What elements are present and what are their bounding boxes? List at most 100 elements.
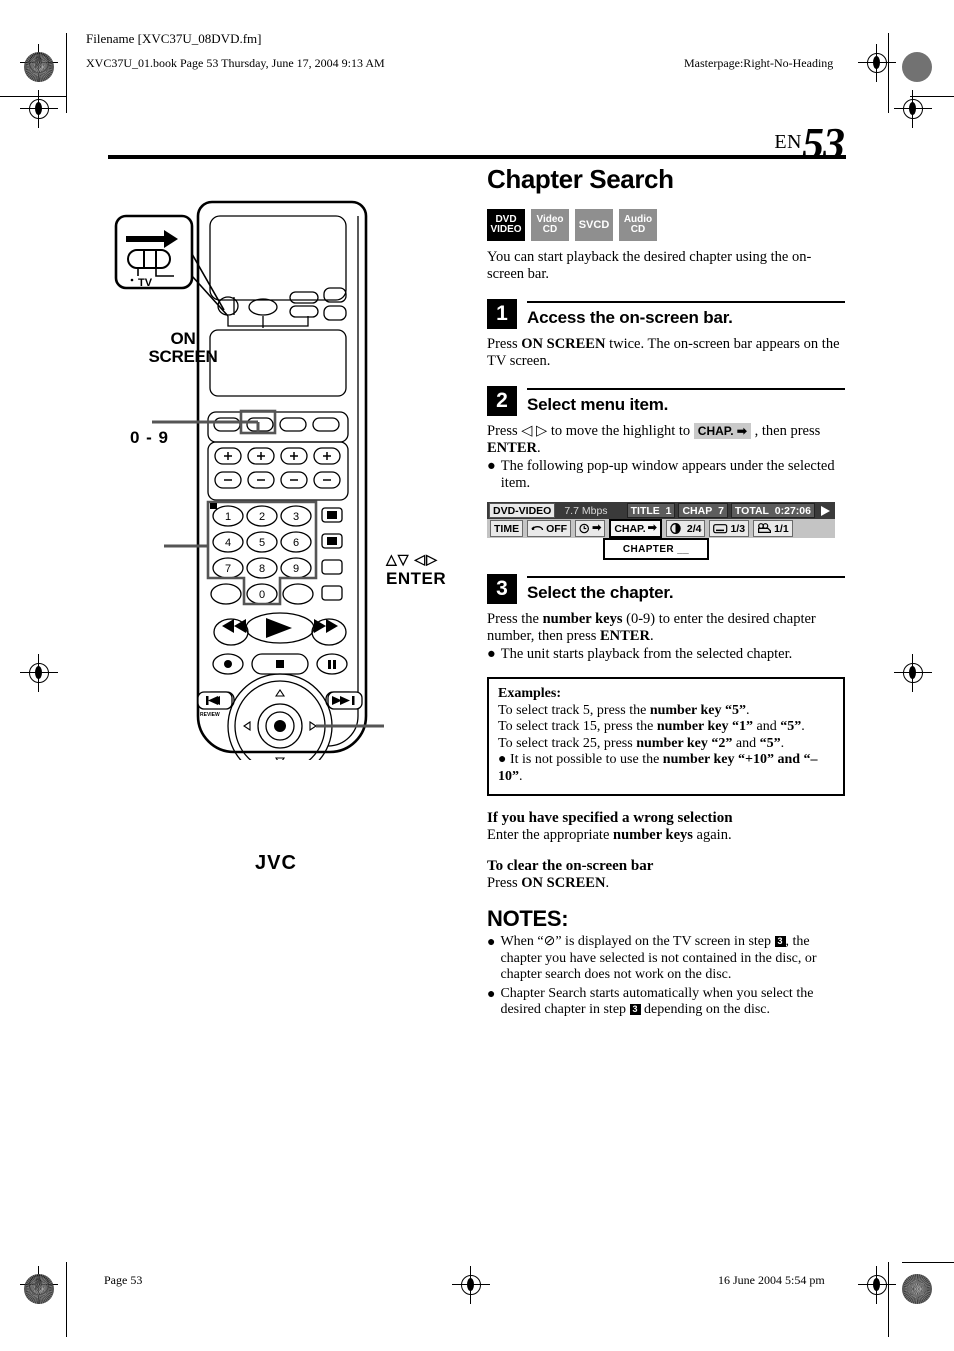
- notes-heading: NOTES:: [487, 906, 569, 931]
- step-1-body: Press ON SCREEN twice. The on-screen bar…: [487, 336, 845, 370]
- left-right-arrows-icon: ◁ ▷: [521, 423, 548, 439]
- audio-icon: [670, 523, 681, 534]
- wrong-selection-heading: If you have specified a wrong selection: [487, 810, 733, 826]
- badge-line-2: VIDEO: [490, 224, 522, 235]
- osd-audio-label: 2/4: [686, 522, 702, 535]
- step-3-text-bold2: ENTER: [599, 628, 650, 644]
- osd-button-angle[interactable]: 1/1: [753, 520, 793, 537]
- note-1-text: When “⊘” is displayed on the TV screen i…: [500, 934, 845, 984]
- callout-number-keys: 0 - 9: [130, 428, 170, 447]
- osd-total-value: 0:27:06: [774, 504, 811, 517]
- callout-arrow-keys: △▽ ◁▷: [386, 551, 438, 567]
- step-2-number: 2: [487, 386, 517, 416]
- examples-heading: Examples:: [498, 686, 561, 701]
- chap-chip: CHAP. ➡: [693, 423, 751, 439]
- osd-total-indicator: TOTAL 0:27:06: [730, 503, 815, 518]
- example-2-post: .: [801, 719, 805, 734]
- section-wrong-selection: If you have specified a wrong selection …: [487, 810, 845, 844]
- step-1-number: 1: [487, 299, 517, 329]
- step-1-rule: [527, 301, 845, 303]
- callout-on-screen: ON SCREEN: [138, 330, 228, 366]
- osd-bottom-row: TIME OFF ➡ CHAP. ➡ 2/4 1/3 1/1: [487, 519, 835, 538]
- osd-button-subtitle[interactable]: 1/3: [709, 520, 750, 537]
- example-2-mid: and: [753, 719, 781, 734]
- osd-title-label: TITLE: [630, 504, 660, 517]
- clear-osd-heading: To clear the on-screen bar: [487, 858, 654, 874]
- step-2-bullet: ● The following pop-up window appears un…: [487, 458, 845, 492]
- remote-brand-jvc: JVC: [255, 852, 297, 874]
- notes-section: NOTES: ● When “⊘” is displayed on the TV…: [487, 906, 845, 1019]
- page-title: Chapter Search: [487, 164, 674, 194]
- step-chip-icon: 3: [629, 1003, 641, 1015]
- example-3-pre: To select track 25, press: [498, 735, 637, 751]
- arrow-right-icon: ➡: [647, 522, 657, 534]
- badge-audio-cd: Audio CD: [619, 209, 657, 241]
- clear-osd-post: .: [605, 875, 610, 891]
- clear-osd-pre: Press: [487, 875, 522, 891]
- step-3-heading: Select the chapter.: [527, 583, 674, 602]
- svg-text:TV: TV: [138, 277, 153, 289]
- svg-text:2: 2: [259, 511, 265, 523]
- examples-bullet-post: .: [519, 768, 523, 784]
- step-2-text-mid: to move the highlight to: [547, 423, 694, 439]
- trim-line-left: [66, 33, 67, 113]
- step-2-body: Press ◁ ▷ to move the highlight to CHAP.…: [487, 423, 845, 492]
- example-3-mid: and: [732, 735, 760, 751]
- osd-subtitle-label: 1/3: [730, 522, 746, 535]
- example-1-post: .: [746, 702, 750, 718]
- bullet-dot-icon: ●: [487, 935, 496, 950]
- osd-repeat-label: OFF: [546, 522, 568, 535]
- osd-chap-value: 7: [718, 504, 724, 517]
- osd-chap-indicator: CHAP 7: [678, 503, 728, 518]
- note-item-1: ● When “⊘” is displayed on the TV screen…: [487, 934, 845, 984]
- on-screen-bar-graphic: DVD-VIDEO 7.7 Mbps TITLE 1 CHAP 7 TOTAL …: [487, 502, 835, 560]
- footer-page-label: Page 53: [104, 1273, 143, 1287]
- svg-text:7: 7: [225, 563, 231, 575]
- clock-arrow-icon: [579, 523, 590, 534]
- bullet-dot-icon: ●: [487, 646, 496, 662]
- subtitle-icon: [713, 523, 728, 533]
- callout-on-screen-line1: ON: [170, 329, 196, 348]
- step-3-bullet-text: The unit starts playback from the select…: [500, 646, 793, 662]
- step-2-text-post: .: [536, 440, 541, 456]
- note-item-2: ● Chapter Search starts automatically wh…: [487, 986, 845, 1019]
- step-2-text-mid2: , then press: [750, 423, 821, 439]
- osd-button-audio[interactable]: 2/4: [665, 520, 706, 537]
- badge-line-2: CD: [630, 224, 646, 235]
- wrong-selection-post: again.: [692, 827, 732, 843]
- repeat-icon: [531, 525, 544, 530]
- example-2-pre: To select track 15, press the: [498, 719, 657, 734]
- badge-line-2: CD: [542, 224, 558, 235]
- halftone-patch-top-right: [902, 52, 932, 82]
- example-2-bold2: “5”: [780, 719, 802, 734]
- wrong-selection-pre: Enter the appropriate: [487, 827, 614, 843]
- halftone-patch-bottom-left: [24, 1274, 54, 1304]
- page-header-number: EN53: [774, 118, 845, 169]
- halftone-patch-bottom-right: [902, 1274, 932, 1304]
- osd-popup-wrap: CHAPTER __: [487, 538, 835, 560]
- registration-mark-bottom-right: [858, 1266, 896, 1304]
- osd-button-time[interactable]: TIME: [490, 520, 524, 537]
- step-1-text-pre: Press: [487, 336, 522, 352]
- svg-text:REVIEW: REVIEW: [200, 712, 220, 718]
- svg-text:4: 4: [225, 537, 231, 549]
- main-content-column: Chapter Search DVD VIDEO Video CD SVCD A…: [487, 164, 845, 1019]
- osd-button-time-search[interactable]: ➡: [575, 520, 606, 537]
- svg-text:6: 6: [293, 537, 299, 549]
- step-3-text-pre: Press the: [487, 611, 543, 627]
- step-1-heading: Access the on-screen bar.: [527, 308, 733, 327]
- osd-time-label: TIME: [494, 522, 520, 535]
- example-1-pre: To select track 5, press the: [498, 702, 650, 718]
- remote-control-svg: x REVIEW 123 456 789 0: [114, 200, 384, 779]
- osd-title-indicator: TITLE 1: [626, 503, 676, 518]
- note-2-post: depending on the disc.: [640, 1002, 771, 1017]
- step-3-number: 3: [487, 574, 517, 604]
- badge-video-cd: Video CD: [531, 209, 569, 241]
- section-clear-osd: To clear the on-screen bar Press ON SCRE…: [487, 858, 845, 892]
- osd-button-chapter-search[interactable]: CHAP. ➡: [609, 519, 662, 538]
- osd-total-label: TOTAL: [734, 504, 769, 517]
- step-2: 2 Select menu item.: [487, 386, 845, 416]
- arrow-right-icon: ➡: [733, 424, 747, 438]
- osd-button-repeat[interactable]: OFF: [527, 520, 572, 537]
- svg-text:0: 0: [259, 589, 265, 601]
